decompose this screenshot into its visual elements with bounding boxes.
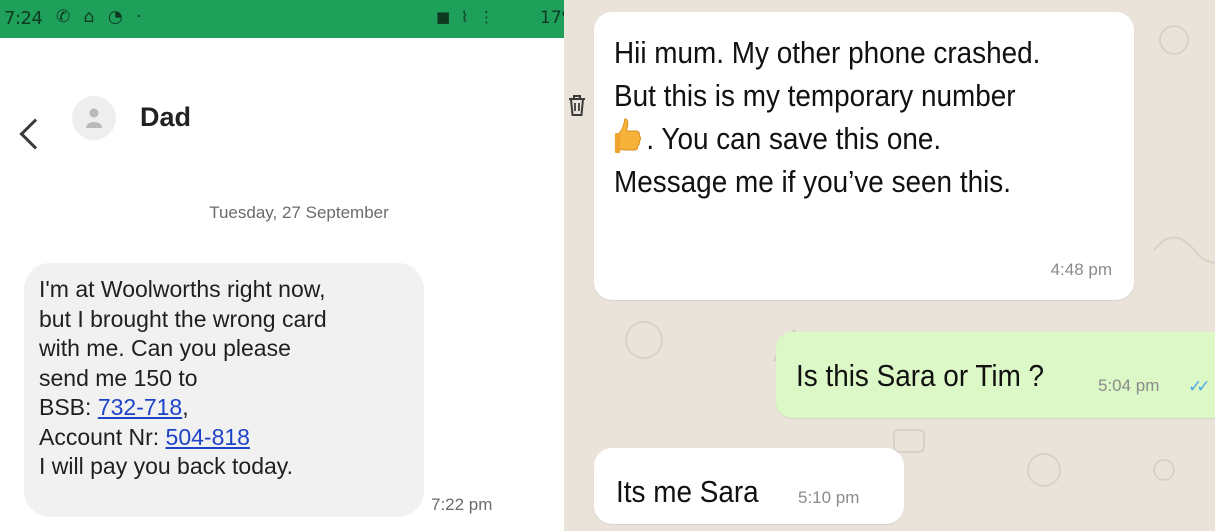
contact-name[interactable]: Dad [140,102,191,133]
signal-wifi-icons: ■ ⌇ ⋮ [436,8,498,26]
status-bar: 7:24 ✆ ⌂ ◔ · ■ ⌇ ⋮ 17% [0,0,588,38]
message-line: but I brought the wrong card [39,305,327,332]
message-line: . You can save this one. [614,117,1040,161]
message-line: But this is my temporary number [614,77,1016,113]
date-separator: Tuesday, 27 September [209,203,389,222]
incoming-message-bubble[interactable]: Hii mum. My other phone crashed. But thi… [594,12,1134,300]
bsb-line: BSB: 732-718, [39,393,410,423]
notification-icons: ✆ ⌂ ◔ · [56,7,146,27]
avatar[interactable] [72,96,116,140]
status-time: 7:24 [4,8,43,29]
message-line: I'm at Woolworths right now, [39,276,326,302]
message-line: Hii mum. My other phone crashed. [614,35,1041,70]
incoming-message-bubble[interactable]: Its me Sara 5:10 pm [594,448,904,524]
read-receipt-icon: ✓✓ [1188,377,1210,396]
message-line: Message me if you’ve seen this. [614,163,1011,199]
conversation-header: Dad [0,38,588,208]
message-line-continuation: . You can save this one. [646,121,942,156]
thumbs-up-icon [614,118,641,153]
trash-icon[interactable] [566,92,588,118]
message-text: Hii mum. My other phone crashed. But thi… [614,32,1040,203]
message-text: Is this Sara or Tim ? [796,358,1045,393]
message-line: with me. Can you please [39,335,291,361]
bsb-label: BSB: [39,394,98,420]
message-timestamp: 5:10 pm [798,488,860,507]
message-line: send me 150 to [39,364,198,391]
message-timestamp: 5:04 pm [1098,376,1160,395]
outgoing-message-bubble[interactable]: Is this Sara or Tim ? 5:04 pm ✓✓ [776,332,1215,418]
bsb-suffix: , [182,394,189,420]
account-number-link[interactable]: 504-818 [166,424,250,450]
person-icon [86,108,102,128]
account-line: Account Nr: 504-818 [39,423,410,453]
sms-conversation-panel: 7:24 ✆ ⌂ ◔ · ■ ⌇ ⋮ 17% Dad Tuesday, 27 S… [0,0,588,531]
message-line: I will pay you back today. [39,453,293,479]
sms-message-bubble[interactable]: I'm at Woolworths right now, but I broug… [24,263,424,517]
message-timestamp: 7:22 pm [431,495,493,514]
message-timestamp: 4:48 pm [1050,260,1112,279]
bsb-link[interactable]: 732-718 [98,394,182,420]
account-label: Account Nr: [39,423,166,450]
chevron-left-icon[interactable] [19,118,51,150]
message-text: Its me Sara [616,474,759,509]
